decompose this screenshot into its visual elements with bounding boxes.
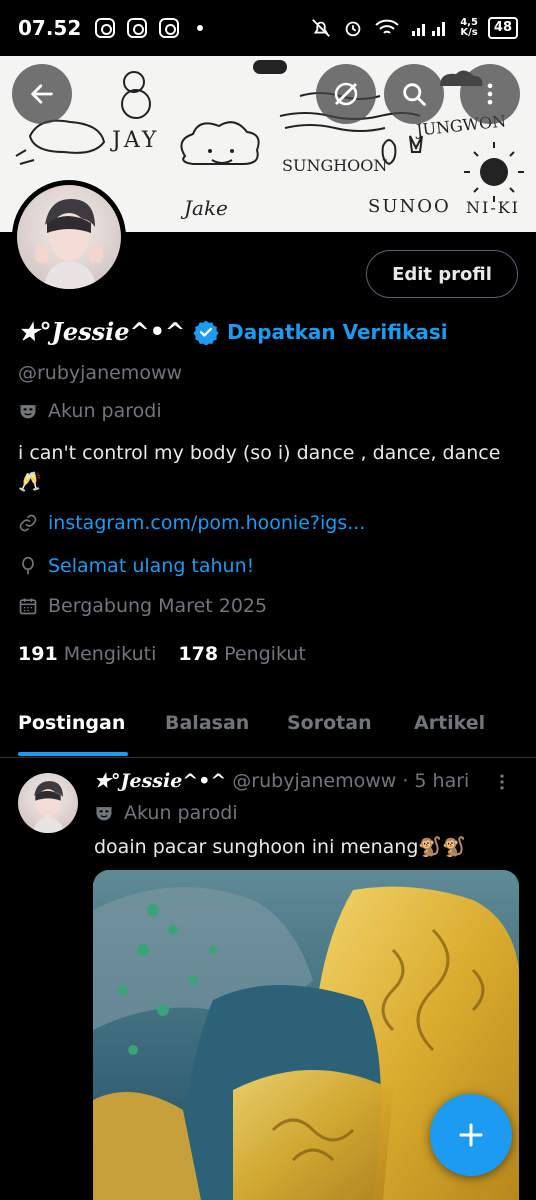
back-button[interactable] [12,64,72,124]
post-parody-label: Akun parodi [94,802,238,824]
banner-label: JAY [112,128,160,153]
tab-balasan[interactable]: Balasan [165,712,249,734]
post-parody-text: Akun parodi [124,802,238,824]
instagram-icon [159,18,180,38]
notification-dot-icon [197,25,204,31]
profile-bio: i can't control my body (so i) dance , d… [18,442,501,493]
edit-profile-button[interactable]: Edit profil [366,250,518,298]
profile-avatar[interactable] [12,180,126,294]
arrow-left-icon [31,84,53,104]
following-label: Mengikuti [63,643,157,665]
grok-icon [334,82,358,106]
following-link[interactable]: 191 Mengikuti [18,643,156,665]
mask-icon [96,807,112,821]
search-icon [403,83,426,106]
instagram-icon [127,18,148,38]
followers-label: Pengikut [224,643,306,665]
post-avatar[interactable] [18,773,78,833]
more-button[interactable] [460,64,520,124]
profile-link-row[interactable]: instagram.com/pom.hoonie?igs... [18,512,365,534]
avatar-photo [35,199,103,289]
post-more-button[interactable] [492,772,512,798]
post-author-name[interactable]: ★°𝑱𝒆𝒔𝒔𝒊𝒆^•^ [94,770,226,792]
following-count: 191 [18,643,58,665]
mute-bell-icon [312,19,331,37]
post-time: · 5 hari [402,770,470,792]
status-time: 07.52 [18,16,82,40]
link-icon [19,514,37,532]
banner-label: SUNGHOON [282,156,388,175]
network-speed: 4,5 K/s [460,17,478,38]
balloon-icon [22,556,34,575]
banner-label: SUNOO [368,196,451,217]
banner-label: NI-KI [466,198,520,217]
verified-badge-icon[interactable] [193,319,219,345]
battery-indicator: 48 [487,17,518,39]
profile-handle: @rubyjanemoww [18,362,183,384]
avatar-photo [33,781,65,833]
tab-postingan[interactable]: Postingan [18,712,125,734]
get-verified-link[interactable]: Dapatkan Verifikasi [227,320,448,344]
calendar-icon [19,598,37,615]
profile-link[interactable]: instagram.com/pom.hoonie?igs... [48,512,365,534]
search-button[interactable] [384,64,444,124]
profile-name: ★°𝑱𝒆𝒔𝒔𝒊𝒆^•^ [18,317,186,346]
post-author-handle[interactable]: @rubyjanemoww [232,770,396,792]
followers-link[interactable]: 178 Pengikut [178,643,305,665]
parody-label: Akun parodi [18,400,162,422]
joined-row: Bergabung Maret 2025 [18,595,267,617]
grok-button[interactable] [316,64,376,124]
wifi-icon [375,19,399,34]
parody-text: Akun parodi [48,400,162,422]
banner-label: Jake [184,196,228,220]
post-text: doain pacar sunghoon ini menang🐒🐒 [94,836,466,858]
instagram-icon [95,18,116,38]
alarm-icon [345,21,361,37]
profile-tabs: Postingan Balasan Sorotan Artikel [0,700,536,758]
birthday-text[interactable]: Selamat ulang tahun! [48,555,254,577]
tab-artikel[interactable]: Artikel [414,712,485,734]
more-vertical-icon [487,83,493,105]
tab-sorotan[interactable]: Sorotan [287,712,372,734]
birthday-row[interactable]: Selamat ulang tahun! [18,555,254,577]
post-header: ★°𝑱𝒆𝒔𝒔𝒊𝒆^•^ @rubyjanemoww · 5 hari [94,770,469,792]
active-tab-indicator [18,752,128,756]
signal-icon [412,22,446,36]
more-vertical-icon [500,774,504,790]
plus-icon [459,1123,483,1147]
followers-count: 178 [178,643,219,665]
joined-text: Bergabung Maret 2025 [48,595,268,617]
status-bar: 07.52 4,5 K/s 48 [0,0,536,56]
mask-icon [20,405,36,419]
compose-post-button[interactable] [430,1094,512,1176]
